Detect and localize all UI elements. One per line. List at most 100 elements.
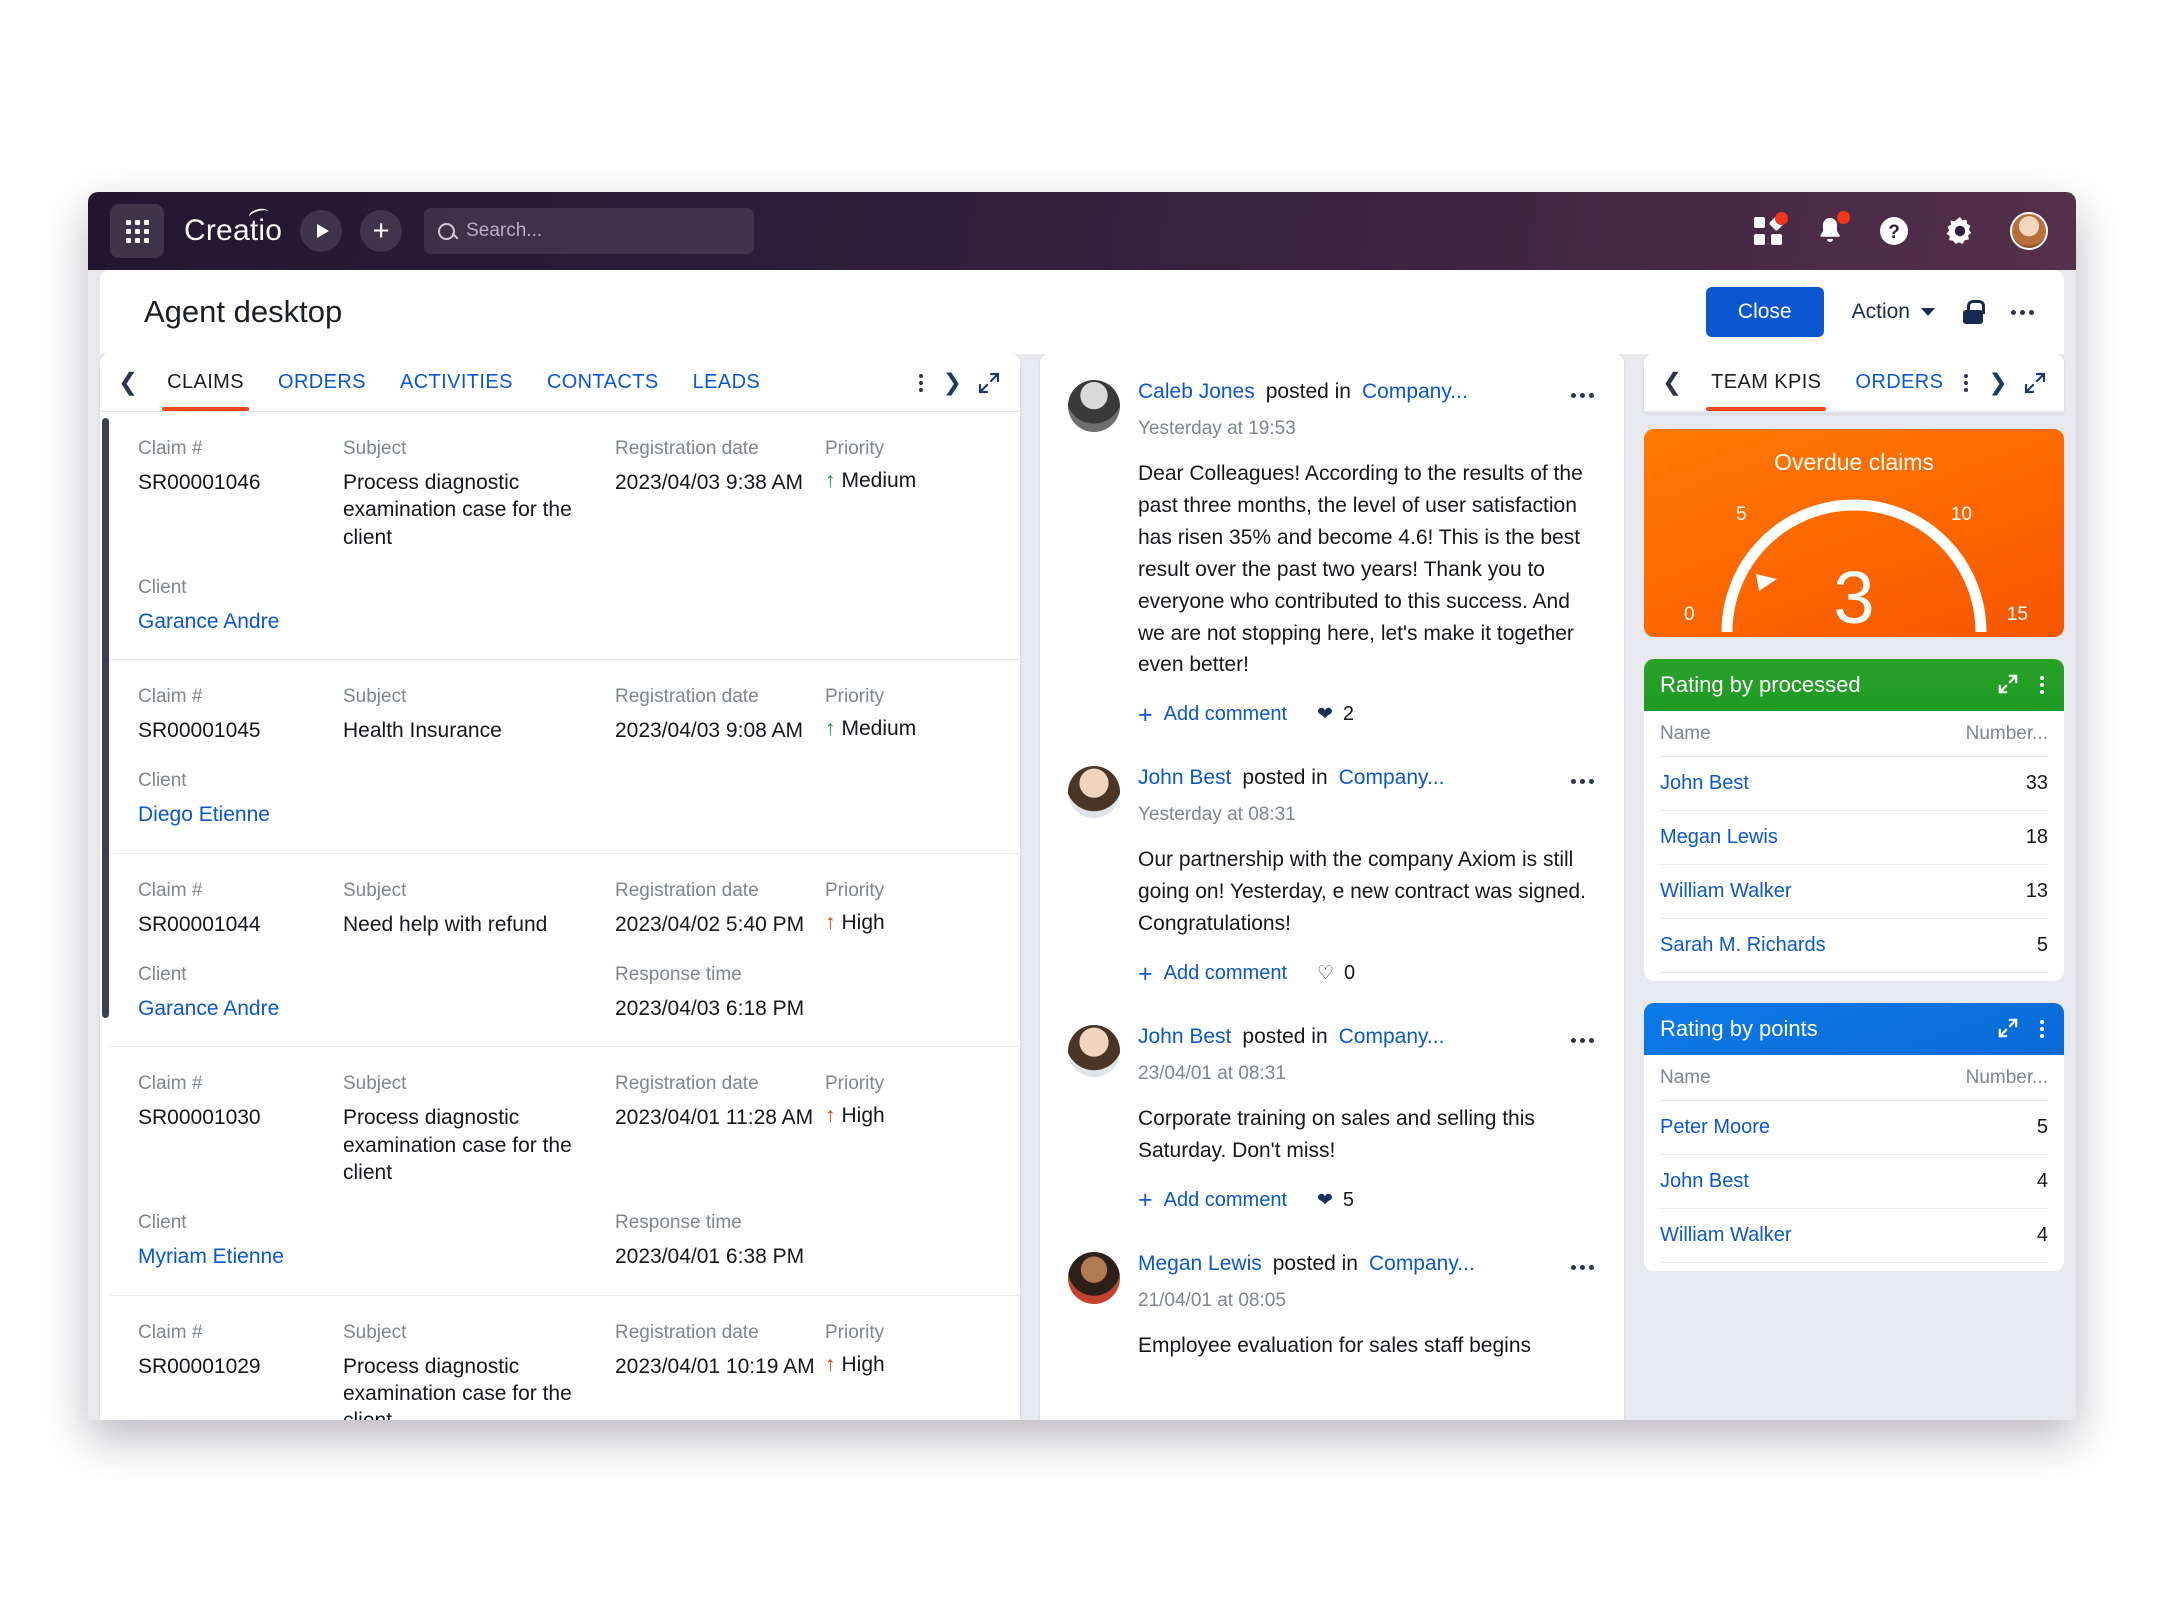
table-row[interactable]: Claim # SR00001045 Subject Health Insura… [110,660,1020,854]
scroll-right-icon[interactable]: ❯ [943,371,962,394]
claim-label: Claim # [138,438,203,459]
plus-icon: + [1138,1186,1153,1215]
tab-orders[interactable]: ORDERS [261,355,383,411]
table-row[interactable]: Sarah M. Richards 5 [1660,919,2048,973]
like-control[interactable]: ❤ 5 [1317,1189,1354,1212]
close-button[interactable]: Close [1705,287,1824,337]
tab-activities[interactable]: ACTIVITIES [383,355,530,411]
heart-icon: ❤ [1317,1189,1333,1211]
table-row[interactable]: William Walker 13 [1660,865,2048,919]
post-channel[interactable]: Company... [1339,1025,1445,1049]
tab-contacts[interactable]: CONTACTS [530,355,676,411]
widget-menu-icon[interactable] [2036,1016,2048,1042]
lock-icon[interactable] [1963,300,1985,324]
tab-activities-label: ACTIVITIES [399,371,513,393]
page-header: Agent desktop Close Action [100,270,2064,354]
registration-date-cell: Registration date 2023/04/03 9:38 AM [615,438,825,551]
tab-kpi-orders[interactable]: ORDERS [1838,355,1960,411]
tab-leads[interactable]: LEADS [676,355,778,411]
client-value[interactable]: Garance Andre [138,995,343,1022]
expand-icon[interactable] [1998,1018,2020,1040]
post-author[interactable]: John Best [1138,1025,1231,1049]
apps-button[interactable] [1754,212,1788,245]
run-process-button[interactable] [300,210,343,252]
row-name[interactable]: Megan Lewis [1660,826,1778,849]
post-timestamp: Yesterday at 08:31 [1138,804,1296,826]
add-comment-button[interactable]: + Add comment [1138,961,1287,986]
notifications-button[interactable] [1816,211,1850,246]
widget-tools [1998,1016,2048,1042]
claims-scrollbar[interactable] [102,418,109,1018]
post-author[interactable]: Megan Lewis [1138,1252,1262,1276]
post-channel[interactable]: Company... [1362,380,1468,404]
table-row[interactable]: John Best 33 [1660,757,2048,811]
table-row[interactable]: Claim # SR00001030 Subject Process diagn… [110,1047,1020,1296]
row-name[interactable]: Peter Moore [1660,1116,1770,1139]
table-row[interactable]: Claim # SR00001046 Subject Process diagn… [110,412,1020,661]
table-row[interactable]: Claim # SR00001029 Subject Process diagn… [110,1296,1020,1420]
add-comment-button[interactable]: + Add comment [1138,702,1287,727]
scroll-right-icon[interactable]: ❯ [1988,371,2007,394]
add-comment-button[interactable]: + Add comment [1138,1186,1287,1215]
activity-feed[interactable]: Caleb Jones posted in Company... Yesterd… [1040,354,1624,1420]
user-avatar[interactable] [2010,212,2048,250]
app-launcher-button[interactable] [110,204,164,258]
client-value[interactable]: Diego Etienne [138,801,343,828]
like-control[interactable]: ❤ 2 [1317,703,1354,726]
help-button[interactable]: ? [1878,215,1910,247]
subject-value: Process diagnostic examination case for … [343,471,572,549]
panel-menu-icon[interactable] [915,370,927,396]
post-more-icon[interactable] [1559,1038,1594,1044]
expand-icon[interactable] [978,372,1000,394]
client-cell: Client Diego Etienne [138,770,343,828]
post-more-icon[interactable] [1559,1264,1594,1270]
global-search[interactable] [424,208,755,254]
post-author[interactable]: Caleb Jones [1138,380,1255,404]
row-value: 5 [2036,934,2048,956]
table-header-row: Name Number... [1660,1055,2048,1101]
widget-menu-icon[interactable] [2036,672,2048,698]
add-new-button[interactable]: + [360,210,403,252]
row-name[interactable]: John Best [1660,1170,1749,1193]
post-channel[interactable]: Company... [1339,766,1445,790]
claim-number: SR00001030 [138,1106,261,1130]
arrow-up-icon: ↑ [825,1352,836,1376]
row-name[interactable]: William Walker [1660,880,1791,903]
table-row[interactable]: Megan Lewis 18 [1660,811,2048,865]
row-name[interactable]: William Walker [1660,1224,1791,1247]
overdue-claims-gauge[interactable]: Overdue claims 0 5 10 15 3 [1644,429,2064,637]
arrow-up-icon: ↑ [825,910,836,934]
tab-leads-label: LEADS [692,371,761,393]
post-author[interactable]: John Best [1138,766,1231,790]
table-row[interactable]: William Walker 4 [1660,1209,2048,1263]
tab-contacts-label: CONTACTS [546,371,659,393]
tab-claims[interactable]: CLAIMS [150,355,261,411]
table-row[interactable]: John Best 4 [1660,1155,2048,1209]
expand-icon[interactable] [1998,674,2020,696]
post-meta: Megan Lewis posted in Company... 21/04/0… [1138,1252,1594,1312]
client-value[interactable]: Garance Andre [138,608,343,635]
post-more-icon[interactable] [1559,779,1594,785]
priority-cell: Priority ↑ Medium [825,438,990,551]
row-name[interactable]: Sarah M. Richards [1660,934,1826,957]
scroll-left-icon[interactable]: ❮ [1662,370,1694,395]
priority-cell: Priority ↑ High [825,1322,990,1420]
tab-team-kpis[interactable]: TEAM KPIS [1694,355,1838,411]
action-menu-button[interactable]: Action [1852,300,1935,324]
scroll-left-icon[interactable]: ❮ [118,370,150,395]
client-value[interactable]: Myriam Etienne [138,1243,343,1270]
claims-list[interactable]: Claim # SR00001046 Subject Process diagn… [100,412,1020,1420]
settings-button[interactable] [1944,215,1976,247]
more-options-icon[interactable] [2011,309,2034,315]
rating-by-points-table: Name Number... Peter Moore 5 John Best 4 [1644,1055,2064,1271]
post-more-icon[interactable] [1559,393,1594,398]
expand-icon[interactable] [2024,372,2046,394]
feed-post: John Best posted in Company... Yesterday… [1068,766,1594,986]
panel-menu-icon[interactable] [1960,370,1972,396]
like-control[interactable]: ♡ 0 [1317,962,1355,985]
table-row[interactable]: Peter Moore 5 [1660,1101,2048,1155]
search-input[interactable] [466,220,741,242]
post-channel[interactable]: Company... [1369,1252,1475,1276]
row-name[interactable]: John Best [1660,772,1749,795]
table-row[interactable]: Claim # SR00001044 Subject Need help wit… [110,854,1020,1048]
